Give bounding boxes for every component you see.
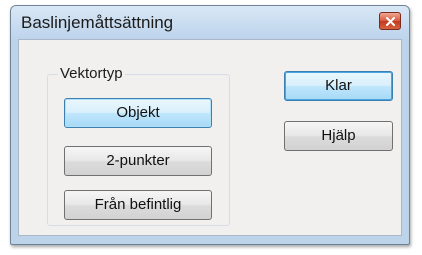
object-button[interactable]: Objekt	[64, 98, 212, 128]
two-points-button[interactable]: 2-punkter	[64, 146, 212, 176]
close-button[interactable]	[379, 12, 401, 30]
done-button[interactable]: Klar	[284, 71, 393, 101]
dialog-window: Baslinjemåttsättning Vektortyp Objekt 2-…	[10, 5, 410, 245]
close-icon	[386, 17, 395, 26]
vector-type-label: Vektortyp	[58, 65, 125, 82]
from-existing-button[interactable]: Från befintlig	[64, 190, 212, 220]
dialog-title: Baslinjemåttsättning	[21, 13, 174, 32]
title-bar[interactable]: Baslinjemåttsättning	[11, 6, 409, 39]
dialog-body: Vektortyp Objekt 2-punkter Från befintli…	[18, 39, 402, 236]
help-button[interactable]: Hjälp	[284, 121, 393, 151]
